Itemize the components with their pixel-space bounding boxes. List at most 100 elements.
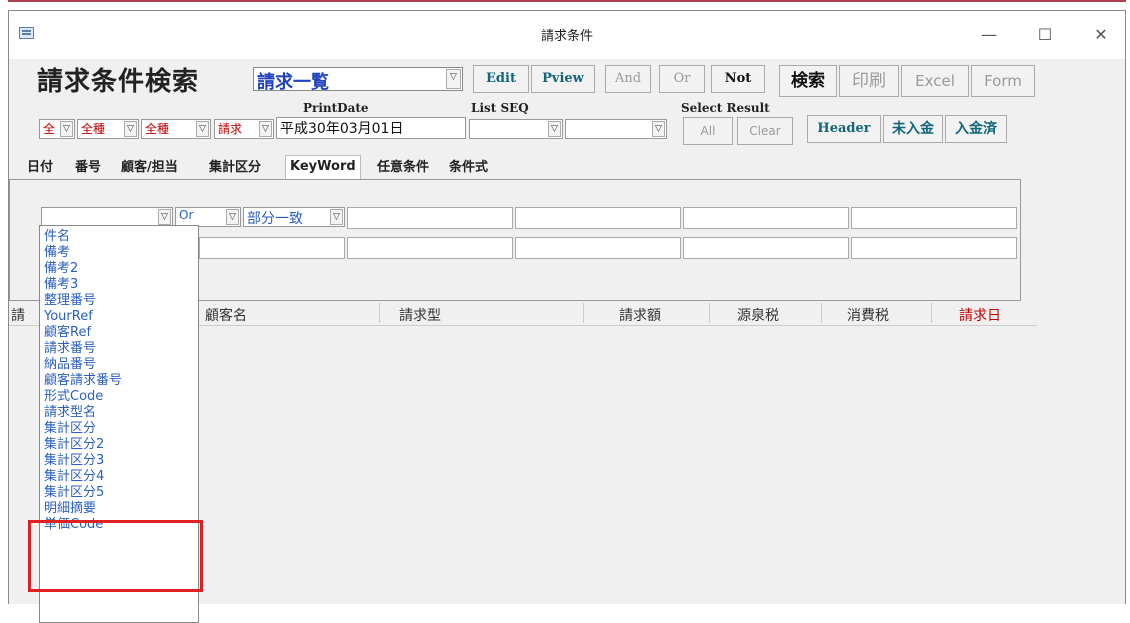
list-item[interactable]: 備考3 xyxy=(44,277,78,292)
keyword-field-select[interactable]: ▽ xyxy=(41,207,173,227)
list-item[interactable]: 備考2 xyxy=(44,261,78,276)
keyword-input[interactable] xyxy=(683,237,849,259)
keyword-logic-select[interactable]: Or ▽ xyxy=(175,207,241,227)
column-header[interactable]: 消費税 xyxy=(847,305,889,325)
view-select-value: 請求一覧 xyxy=(257,72,329,93)
keyword-input[interactable] xyxy=(851,237,1017,259)
chevron-down-icon[interactable]: ▽ xyxy=(226,209,239,225)
list-item[interactable]: 形式Code xyxy=(44,389,103,404)
minimize-icon[interactable]: — xyxy=(969,21,1009,49)
column-divider xyxy=(931,303,932,323)
list-item[interactable]: YourRef xyxy=(44,309,93,324)
list-item[interactable]: 請求型名 xyxy=(44,405,96,420)
list-item[interactable]: 明細摘要 xyxy=(44,501,96,516)
or-button[interactable]: Or xyxy=(659,65,705,93)
pview-button[interactable]: Pview xyxy=(531,65,595,93)
highlight-box xyxy=(28,520,203,592)
list-item[interactable]: 集計区分5 xyxy=(44,485,104,500)
title-bar: 請求条件 — ☐ ✕ xyxy=(9,11,1125,60)
column-divider xyxy=(583,303,584,323)
column-divider xyxy=(709,303,710,323)
tab-number[interactable]: 番号 xyxy=(75,157,101,179)
print-button[interactable]: 印刷 xyxy=(839,65,899,97)
page-title: 請求条件検索 xyxy=(37,67,200,97)
list-item[interactable]: 請求番号 xyxy=(44,341,96,356)
list-seq-select[interactable]: ▽ xyxy=(469,119,563,139)
tab-custom[interactable]: 任意条件 xyxy=(377,157,429,179)
filter-kind-select[interactable]: 全種 ▽ xyxy=(77,119,139,139)
column-divider xyxy=(821,303,822,323)
window-title: 請求条件 xyxy=(540,29,593,44)
chevron-down-icon[interactable]: ▽ xyxy=(60,121,73,137)
maximize-icon[interactable]: ☐ xyxy=(1025,21,1065,49)
keyword-match-select[interactable]: 部分一致 ▽ xyxy=(243,207,345,227)
chevron-down-icon[interactable]: ▽ xyxy=(124,121,137,137)
list-item[interactable]: 集計区分4 xyxy=(44,469,104,484)
list-item[interactable]: 納品番号 xyxy=(44,357,96,372)
filter-kind2-select[interactable]: 全種 ▽ xyxy=(141,119,211,139)
list-seq2-select[interactable]: ▽ xyxy=(565,119,667,139)
app-window: 請求条件 — ☐ ✕ 請求条件検索 請求一覧 ▽ Edit Pview And … xyxy=(8,10,1126,623)
form-button[interactable]: Form xyxy=(971,65,1035,97)
tab-summary[interactable]: 集計区分 xyxy=(209,157,261,179)
clear-button[interactable]: Clear xyxy=(737,117,793,145)
window-top-accent xyxy=(0,0,1130,3)
tab-expression[interactable]: 条件式 xyxy=(449,157,488,179)
keyword-input[interactable] xyxy=(851,207,1017,229)
tab-date[interactable]: 日付 xyxy=(27,157,53,179)
column-header[interactable]: 顧客名 xyxy=(205,305,247,325)
keyword-input[interactable] xyxy=(515,207,681,229)
print-date-value: 平成30年03月01日 xyxy=(280,121,404,137)
paid-button[interactable]: 入金済 xyxy=(945,115,1007,143)
column-header[interactable]: 請 xyxy=(11,305,25,325)
filter-billing-value: 請求 xyxy=(218,122,243,136)
chevron-down-icon[interactable]: ▽ xyxy=(259,121,272,137)
tab-keyword[interactable]: KeyWord xyxy=(285,155,361,182)
keyword-input[interactable] xyxy=(347,237,513,259)
chevron-down-icon[interactable]: ▽ xyxy=(196,121,209,137)
list-item[interactable]: 集計区分3 xyxy=(44,453,104,468)
excel-button[interactable]: Excel xyxy=(901,65,969,97)
print-date-label: PrintDate xyxy=(303,101,369,115)
list-item[interactable]: 整理番号 xyxy=(44,293,96,308)
list-item[interactable]: 顧客請求番号 xyxy=(44,373,122,388)
print-date-field[interactable]: 平成30年03月01日 xyxy=(276,117,466,139)
tab-customer[interactable]: 顧客/担当 xyxy=(121,157,178,179)
edit-button[interactable]: Edit xyxy=(473,65,529,93)
and-button[interactable]: And xyxy=(605,65,651,93)
not-button[interactable]: Not xyxy=(711,65,765,93)
keyword-match-value: 部分一致 xyxy=(247,211,303,227)
header-button[interactable]: Header xyxy=(807,115,881,143)
filter-kind-value: 全種 xyxy=(81,122,106,136)
view-select[interactable]: 請求一覧 ▽ xyxy=(253,67,463,93)
keyword-input[interactable] xyxy=(515,237,681,259)
list-item[interactable]: 備考 xyxy=(44,245,70,260)
chevron-down-icon[interactable]: ▽ xyxy=(158,209,171,225)
filter-all-value: 全 xyxy=(43,122,56,136)
chevron-down-icon[interactable]: ▽ xyxy=(330,209,343,225)
chevron-down-icon[interactable]: ▽ xyxy=(652,121,665,137)
filter-billing-select[interactable]: 請求 ▽ xyxy=(214,119,274,139)
chevron-down-icon[interactable]: ▽ xyxy=(548,121,561,137)
column-header[interactable]: 請求額 xyxy=(619,305,661,325)
keyword-input[interactable] xyxy=(683,207,849,229)
unpaid-button[interactable]: 未入金 xyxy=(883,115,943,143)
keyword-input[interactable] xyxy=(347,207,513,229)
close-icon[interactable]: ✕ xyxy=(1081,21,1121,49)
list-item[interactable]: 顧客Ref xyxy=(44,325,91,340)
filter-all-select[interactable]: 全 ▽ xyxy=(39,119,75,139)
select-result-label: Select Result xyxy=(681,101,770,115)
column-header[interactable]: 請求日 xyxy=(959,305,1001,325)
list-item[interactable]: 集計区分2 xyxy=(44,437,104,452)
list-item[interactable]: 集計区分 xyxy=(44,421,96,436)
keyword-logic-value: Or xyxy=(179,208,194,222)
list-item[interactable]: 件名 xyxy=(44,229,70,244)
chevron-down-icon[interactable]: ▽ xyxy=(446,69,461,89)
column-header[interactable]: 請求型 xyxy=(399,305,441,325)
list-seq-label: List SEQ xyxy=(471,101,529,115)
column-header[interactable]: 源泉税 xyxy=(737,305,779,325)
search-button[interactable]: 検索 xyxy=(779,65,837,97)
keyword-input[interactable] xyxy=(199,237,345,259)
select-all-button[interactable]: All xyxy=(683,117,733,145)
column-divider xyxy=(379,303,380,323)
